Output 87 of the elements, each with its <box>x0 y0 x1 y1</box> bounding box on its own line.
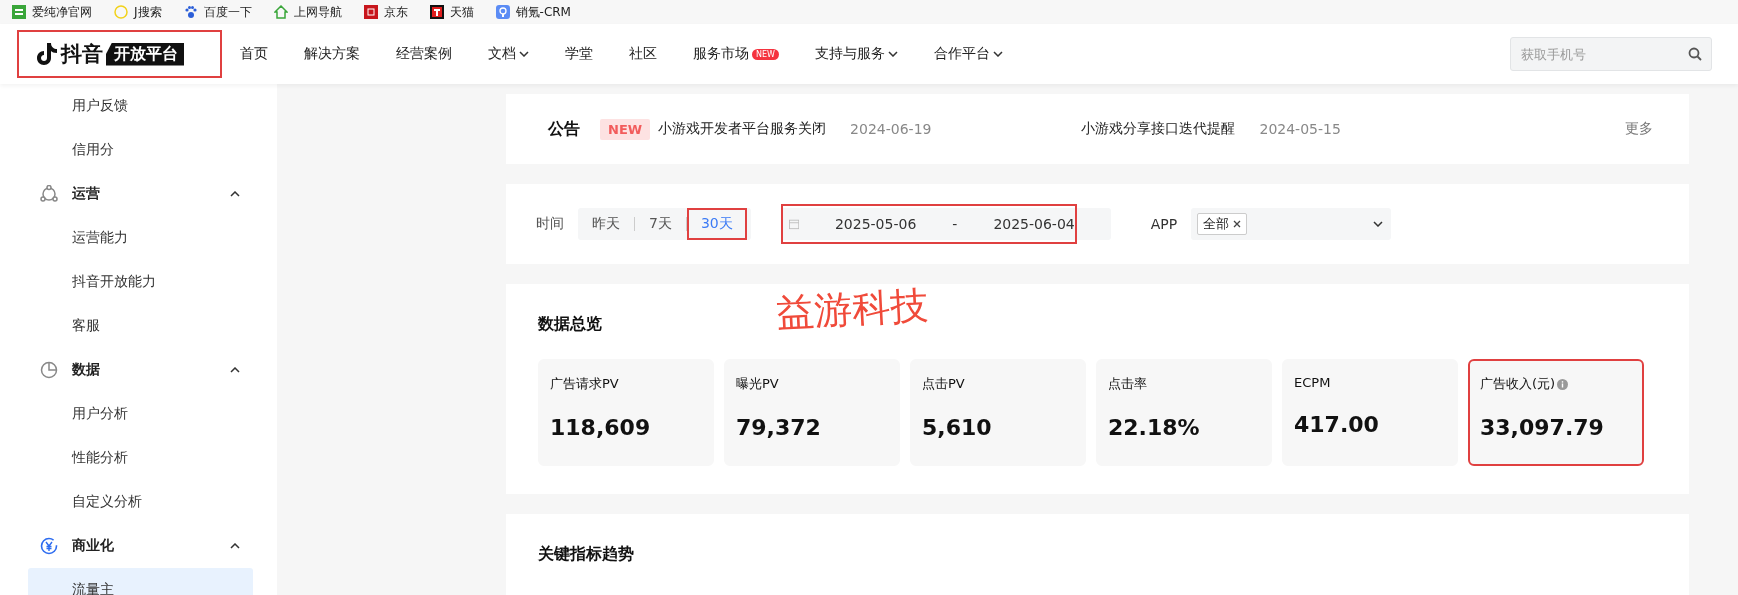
app-select[interactable]: 全部 <box>1191 208 1392 240</box>
t-square-icon <box>429 5 444 19</box>
paw-icon <box>183 5 198 19</box>
sidebar-item[interactable]: 流量主 <box>28 568 253 595</box>
metric-label: ECPM <box>1294 375 1331 390</box>
range-tab[interactable]: 昨天 <box>578 208 634 240</box>
section-title: 数据总览 <box>538 314 603 335</box>
sidebar-item[interactable]: 用户反馈 <box>28 84 253 128</box>
sidebar-item[interactable]: 用户分析 <box>28 392 253 436</box>
brand-name: 抖音 <box>61 41 103 68</box>
end-date: 2025-06-04 <box>993 216 1075 232</box>
sidebar-item[interactable]: 客服 <box>28 304 253 348</box>
chevron-down-icon <box>1373 221 1384 227</box>
close-icon[interactable] <box>1233 220 1242 228</box>
time-label: 时间 <box>536 215 564 233</box>
bookmark-link[interactable]: 爱纯净官网 <box>12 3 92 21</box>
more-link[interactable]: 更多 <box>1625 120 1653 138</box>
start-date: 2025-05-06 <box>834 216 917 232</box>
sidebar-group[interactable]: 运营 <box>72 185 216 203</box>
app-label: APP <box>1150 216 1178 232</box>
metric-label: 广告收入(元) <box>1480 375 1556 393</box>
nav-link[interactable]: 服务市场 NEW <box>675 45 797 63</box>
circle-icon <box>114 5 128 19</box>
sidebar-item[interactable]: 性能分析 <box>28 436 253 480</box>
nav-link[interactable]: 合作平台 <box>915 45 1021 63</box>
new-badge: NEW <box>752 48 779 60</box>
nav-link[interactable]: 文档 <box>470 45 547 63</box>
bookmark-link[interactable]: 京东 <box>363 3 408 21</box>
metric-value: 22.18% <box>1108 415 1201 440</box>
nav-link[interactable]: 学堂 <box>547 45 611 63</box>
metric-label: 曝光PV <box>736 375 779 393</box>
chevron-up-icon <box>230 191 240 197</box>
bookmark-link[interactable]: 销氪-CRM <box>495 3 571 21</box>
brand-tag: 开放平台 <box>106 42 184 66</box>
metric-value: 417.00 <box>1294 412 1380 437</box>
metric-value: 79,372 <box>736 415 822 440</box>
metric-value: 33,097.79 <box>1480 415 1605 440</box>
sidebar-item[interactable]: 运营能力 <box>28 216 253 260</box>
metric-value: 5,610 <box>922 415 993 440</box>
nav-link[interactable]: 首页 <box>222 45 286 63</box>
calendar-icon <box>788 218 799 230</box>
bookmark-link[interactable]: 百度一下 <box>183 3 252 21</box>
app-tag: 全部 <box>1197 213 1248 235</box>
range-tab[interactable]: 7天 <box>635 208 686 240</box>
date-separator: - <box>952 216 958 232</box>
chevron-up-icon <box>230 367 240 373</box>
notice-link[interactable]: 小游戏分享接口迭代提醒 <box>1081 120 1236 138</box>
nav-link[interactable]: 支持与服务 <box>796 45 916 63</box>
metric-label: 广告请求PV <box>550 375 619 393</box>
chevron-down-icon <box>992 51 1003 57</box>
chevron-down-icon <box>887 51 898 57</box>
nav-link[interactable]: 社区 <box>611 45 675 63</box>
bookmark-link[interactable]: J搜索 <box>114 3 162 21</box>
note-icon <box>36 42 58 66</box>
metric-label: 点击PV <box>922 375 965 393</box>
app-logo-icon <box>12 5 26 19</box>
sidebar-group[interactable]: 数据 <box>72 361 216 379</box>
sidebar-item[interactable]: 自定义分析 <box>28 480 253 524</box>
sidebar-group[interactable]: 商业化 <box>72 537 216 555</box>
bulb-icon <box>495 5 510 19</box>
search-field[interactable]: 获取手机号 <box>1510 37 1712 71</box>
chevron-up-icon <box>230 543 240 549</box>
metric-label: 点击率 <box>1108 375 1147 393</box>
search-icon <box>1688 47 1702 61</box>
bookmark-link[interactable]: 上网导航 <box>273 3 342 21</box>
logo[interactable]: 抖音 开放平台 <box>17 30 222 78</box>
nav-link[interactable]: 经营案例 <box>378 45 470 63</box>
notice-title: 公告 <box>548 118 580 140</box>
annotation-text: 益游科技 <box>774 282 930 337</box>
yen-icon <box>40 537 58 555</box>
range-tab[interactable]: 30天 <box>686 208 747 240</box>
sidebar-item[interactable]: 信用分 <box>28 128 253 172</box>
section-title: 关键指标趋势 <box>538 544 635 565</box>
pie-chart-icon <box>40 361 58 379</box>
notice-link[interactable]: 小游戏开发者平台服务关闭 <box>658 120 827 138</box>
new-badge: NEW <box>600 118 651 140</box>
house-icon <box>273 5 288 19</box>
jd-logo-icon <box>363 5 378 19</box>
sidebar-item[interactable]: 抖音开放能力 <box>28 260 253 304</box>
notice-date: 2024-06-19 <box>850 121 932 137</box>
bookmark-link[interactable]: 天猫 <box>429 3 474 21</box>
info-icon <box>1557 378 1569 390</box>
metric-value: 118,609 <box>550 415 652 440</box>
nav-link[interactable]: 解决方案 <box>286 45 378 63</box>
chevron-down-icon <box>519 51 529 57</box>
network-icon <box>40 185 58 203</box>
notice-date: 2024-05-15 <box>1259 121 1341 137</box>
